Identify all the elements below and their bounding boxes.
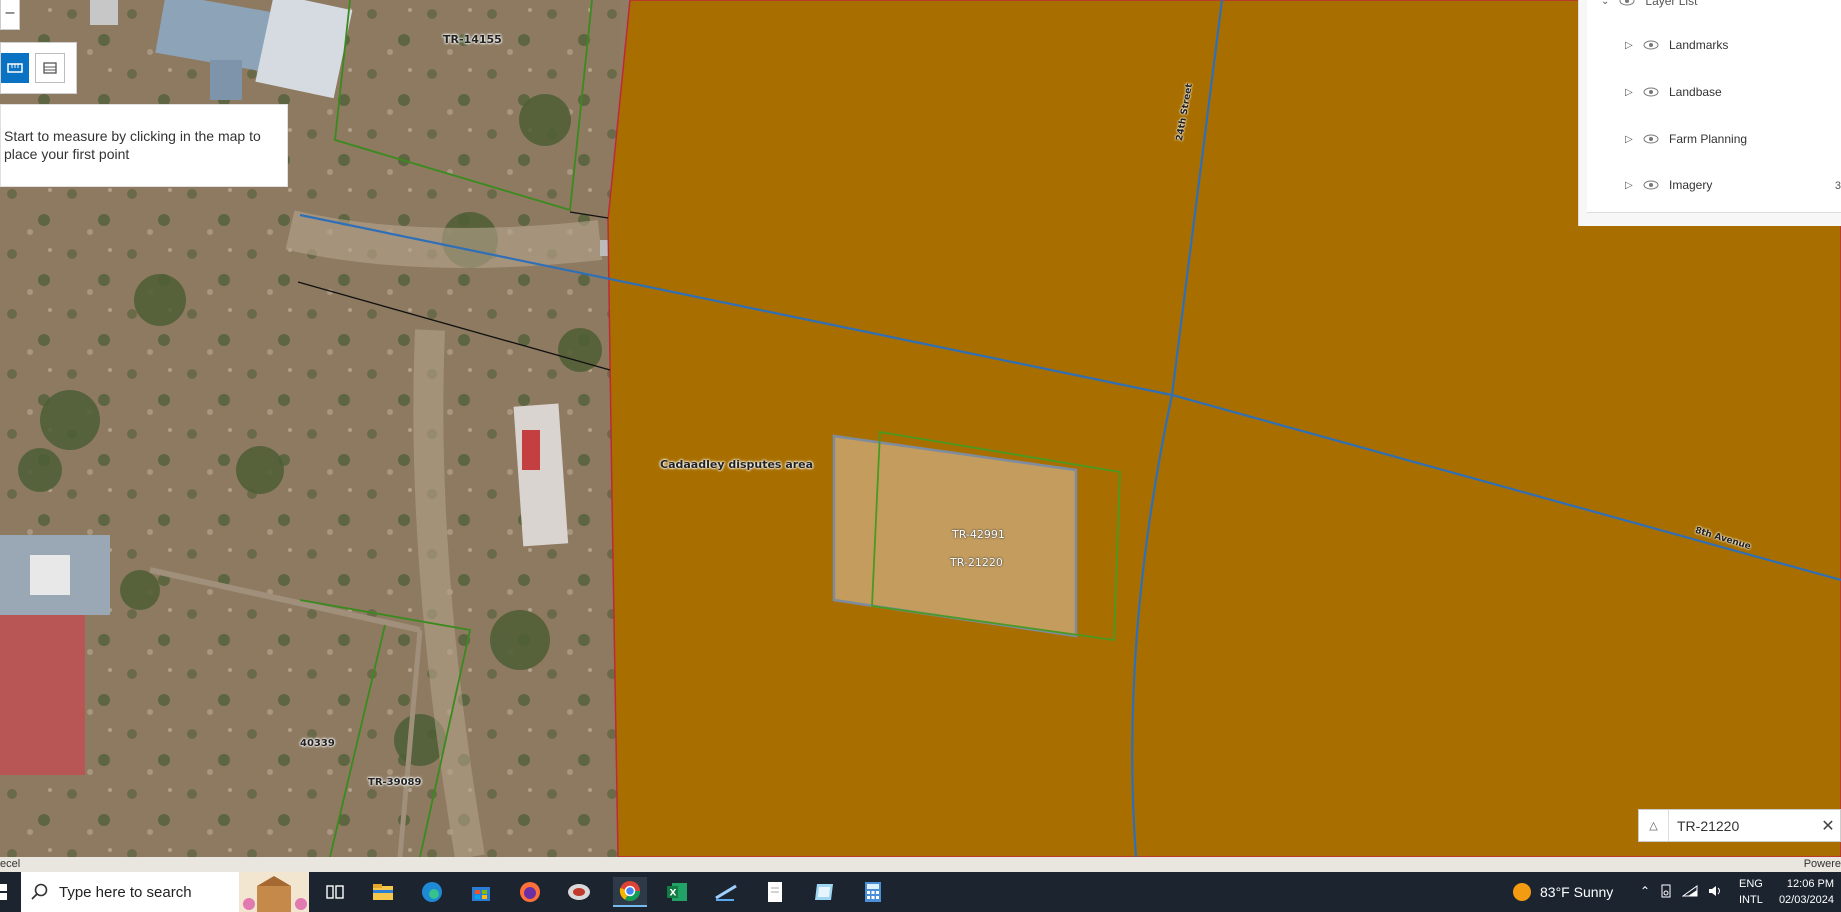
layer-item-label: Farm Planning [1669, 132, 1748, 146]
measure-toolbar [0, 42, 77, 94]
eye-icon[interactable] [1643, 134, 1659, 144]
caret-right-icon[interactable]: ▷ [1625, 134, 1639, 145]
system-tray: ⌃ [1640, 884, 1723, 898]
powered-by-text[interactable]: Powere [1804, 858, 1841, 870]
layer-list-title: Layer List [1645, 0, 1698, 8]
caret-right-icon[interactable]: ▷ [1625, 87, 1639, 98]
attribution-bar: ecel Powere [0, 857, 1841, 872]
caret-right-icon[interactable]: ▷ [1625, 40, 1639, 51]
layer-item-label: Landmarks [1669, 38, 1729, 52]
area-measure-icon [43, 62, 57, 74]
task-view-icon[interactable] [320, 877, 350, 907]
keyboard-layout: INTL [1739, 894, 1763, 906]
taskbar-clock[interactable]: 12:06 PM 02/03/2024 [1778, 876, 1834, 908]
firefox-icon[interactable] [515, 877, 545, 907]
layer-item-landmarks[interactable]: ▷ Landmarks [1625, 38, 1728, 52]
layer-item-label: Landbase [1669, 85, 1722, 99]
notepad-icon[interactable] [760, 877, 790, 907]
taskbar-search-placeholder: Type here to search [59, 883, 192, 901]
excel-icon[interactable]: X [662, 877, 692, 907]
layer-list-header[interactable]: ⌄ Layer List [1601, 0, 1697, 8]
parcel-label-tr42991: TR-42991 [952, 528, 1005, 541]
input-language[interactable]: ENG INTL [1739, 876, 1763, 908]
weather-widget[interactable]: 83°F Sunny [1512, 882, 1613, 902]
disputes-area-label: Cadaadley disputes area [660, 458, 814, 471]
layer-list-panel: ⌄ Layer List ▷ Landmarks ▷ Landbase ▷ Fa… [1578, 0, 1841, 226]
eye-icon [1619, 0, 1635, 6]
search-result-chip[interactable]: △ TR-21220 ✕ [1638, 809, 1841, 842]
eye-icon[interactable] [1643, 180, 1659, 190]
parcel-label-40339: 40339 [300, 738, 335, 749]
parcel-label-tr21220: TR-21220 [950, 556, 1003, 569]
search-icon [31, 883, 48, 900]
layer-item-label: Imagery [1669, 178, 1713, 192]
close-icon[interactable]: ✕ [1816, 816, 1840, 836]
chevron-down-icon: ⌄ [1601, 0, 1610, 7]
language-code: ENG [1739, 878, 1763, 890]
eye-icon[interactable] [1643, 40, 1659, 50]
calculator-icon[interactable] [858, 877, 888, 907]
layer-item-imagery[interactable]: ▷ Imagery [1625, 178, 1712, 192]
clock-time: 12:06 PM [1786, 878, 1834, 890]
sun-icon [1513, 883, 1531, 901]
chevron-up-icon[interactable]: ⌃ [1640, 884, 1650, 898]
attribution-text: ecel [0, 858, 21, 870]
parcel-label-tr14155: TR-14155 [443, 33, 502, 46]
eye-icon[interactable] [1643, 87, 1659, 97]
pen-tool-icon[interactable] [711, 877, 741, 907]
ruler-icon [7, 63, 23, 73]
chevron-up-icon[interactable]: △ [1639, 810, 1669, 841]
layer-item-farm-planning[interactable]: ▷ Farm Planning [1625, 132, 1747, 146]
wifi-icon[interactable] [1682, 884, 1698, 898]
store-icon[interactable] [466, 877, 496, 907]
taskbar: Type here to search X 83°F Sunny ⌃ ENG I… [0, 872, 1841, 912]
measure-hint: Start to measure by clicking in the map … [0, 104, 288, 187]
edge-icon[interactable] [417, 877, 447, 907]
clock-date: 02/03/2024 [1778, 894, 1834, 906]
area-measure-button[interactable] [35, 53, 65, 83]
svg-text:X: X [670, 889, 677, 899]
file-explorer-icon[interactable] [368, 877, 398, 907]
zoom-out-button[interactable]: – [0, 0, 20, 30]
layer-item-landbase[interactable]: ▷ Landbase [1625, 85, 1722, 99]
distance-measure-button[interactable] [1, 53, 29, 83]
layer-side-value: 3 [1834, 180, 1841, 192]
search-highlight-image [239, 872, 309, 912]
paper-app-icon[interactable] [809, 877, 839, 907]
taskbar-search-box[interactable]: Type here to search [21, 872, 309, 912]
volume-icon[interactable] [1707, 884, 1723, 898]
caret-right-icon[interactable]: ▷ [1625, 180, 1639, 191]
chrome-icon[interactable] [613, 877, 647, 907]
app-red-icon[interactable] [564, 877, 594, 907]
weather-text: 83°F Sunny [1540, 884, 1614, 900]
windows-start-icon[interactable] [0, 882, 8, 902]
device-icon[interactable] [1659, 884, 1673, 898]
search-result-value: TR-21220 [1677, 817, 1740, 834]
parcel-label-tr39089: TR-39089 [368, 777, 422, 788]
